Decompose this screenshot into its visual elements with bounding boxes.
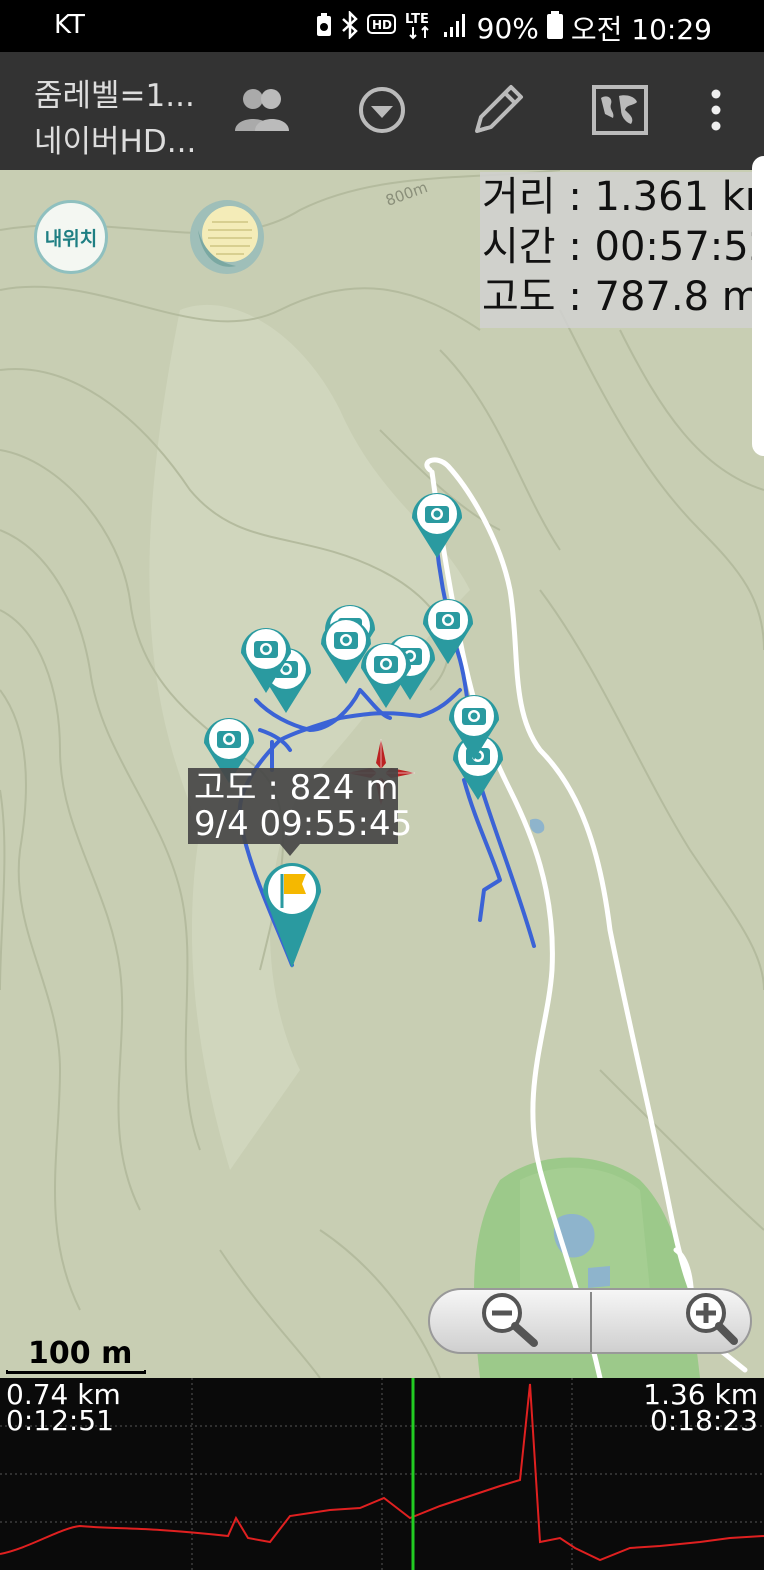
map-source-title[interactable]: 네이버HD... [34,116,196,161]
world-map-icon [591,84,649,140]
group-icon [233,85,291,139]
elevation-profile[interactable]: 0.74 km 0:12:51 1.36 km 0:18:23 [0,1378,764,1570]
profile-left-time: 0:12:51 [6,1404,114,1437]
app-toolbar: 줌레벨=1... 네이버HD... [0,52,764,170]
svg-text:LTE: LTE [405,12,429,27]
map-view[interactable]: 800m 내위치 거리: 1.361 km 시간: 00:57:52 고도 … [0,170,764,1378]
tooltip-datetime: 9/4 09:55:45 [194,804,413,844]
dropdown-icon [356,84,408,140]
edge-panel-handle[interactable] [752,156,764,456]
scale-label: 100 m [28,1336,133,1371]
battery-saver-icon [315,12,333,45]
profile-right-time: 0:18:23 [650,1404,758,1437]
my-location-label: 내위치 [44,227,98,250]
map-scale: 100 m [6,1336,146,1374]
svg-text:HD: HD [372,18,392,32]
zoom-control [428,1288,752,1354]
overflow-menu-button[interactable] [684,80,748,144]
time-text: 시간 : 00:57:52 [482,224,764,270]
pencil-icon [467,79,529,145]
carrier-label: KT [54,10,85,40]
my-location-button[interactable]: 내위치 [34,200,108,274]
point-tooltip[interactable]: 고도 : 824 m 9/4 09:55:45 [188,768,413,856]
scale-bar [6,1370,146,1374]
tooltip-pointer [280,844,300,856]
status-bar: KT HD LTE 90% 오전 10:29 [0,0,764,52]
battery-icon [546,10,563,46]
lte-icon: LTE [405,10,435,47]
zoom-out-button[interactable] [430,1290,590,1352]
map-select-button[interactable] [588,80,652,144]
layers-icon [190,201,264,278]
layer-toggle-button[interactable] [190,200,264,274]
signal-icon [443,12,469,45]
status-icons: HD LTE 90% 오전 10:29 [315,8,712,48]
track-info-box: 거리 : 1.361 km 시간 : 00:57:52 고도 : 787.8 m [480,172,764,328]
zoom-level-title[interactable]: 줌레벨=1... [34,70,195,115]
clock: 오전 10:29 [570,13,712,46]
battery-percent: 90% [476,11,539,45]
bluetooth-icon [341,9,359,46]
group-button[interactable] [230,80,294,144]
dropdown-button[interactable] [350,80,414,144]
hd-voice-icon: HD [366,12,397,45]
altitude-text: 고도 : 787.8 m [482,274,761,320]
edit-button[interactable] [466,80,530,144]
more-vert-icon [706,88,726,136]
tooltip-altitude: 고도 : 824 m [194,768,399,808]
zoom-out-icon [478,1289,542,1353]
distance-text: 거리 : 1.361 km [482,174,764,220]
zoom-in-button[interactable] [592,1290,752,1352]
zoom-in-icon [582,1289,762,1353]
